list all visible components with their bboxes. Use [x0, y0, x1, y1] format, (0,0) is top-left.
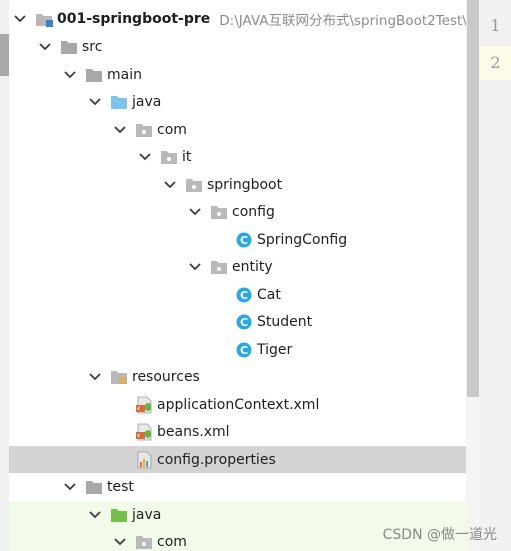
tree-node-src[interactable]: src	[9, 33, 466, 60]
tree-node-main[interactable]: main	[9, 61, 466, 88]
line-number: 1	[490, 16, 501, 35]
chevron-down-icon[interactable]	[188, 205, 202, 219]
tree-label-java: java	[132, 93, 162, 110]
tree-node-entity[interactable]: entity	[9, 253, 466, 280]
tree-node-beans[interactable]: beans.xml	[9, 418, 466, 445]
package-icon	[210, 203, 228, 221]
tree-node-it[interactable]: it	[9, 143, 466, 170]
tree-node-config-properties[interactable]: config.properties	[9, 446, 466, 473]
tree-label-it: it	[182, 148, 192, 165]
resources-folder-icon	[110, 368, 128, 386]
folder-icon	[60, 38, 78, 56]
source-folder-icon	[110, 93, 128, 111]
chevron-down-icon[interactable]	[88, 95, 102, 109]
tree-label-springboot: springboot	[207, 176, 283, 193]
class-icon: C	[235, 286, 253, 304]
tree-node-com[interactable]: com	[9, 116, 466, 143]
tree-node-config[interactable]: config	[9, 198, 466, 225]
tree-label-entity: entity	[232, 258, 273, 275]
project-tree: 001-springboot-pre D:\JAVA互联网分布式\springB…	[9, 0, 466, 551]
project-path: D:\JAVA互联网分布式\springBoot2Test\001	[219, 12, 466, 29]
package-icon	[135, 533, 153, 551]
editor-gutter	[480, 0, 511, 551]
project-tool-window: 001-springboot-pre D:\JAVA互联网分布式\springB…	[0, 0, 511, 551]
scrollbar-thumb[interactable]	[467, 0, 479, 397]
tree-node-springboot[interactable]: springboot	[9, 171, 466, 198]
folder-icon	[85, 66, 103, 84]
svg-text:C: C	[240, 316, 248, 329]
line-number: 2	[490, 53, 501, 72]
tree-label-src: src	[82, 38, 103, 55]
tree-label-cat: Cat	[257, 286, 281, 303]
chevron-down-icon[interactable]	[113, 535, 127, 549]
tree-label-application-context: applicationContext.xml	[157, 396, 320, 413]
class-icon: C	[235, 231, 253, 249]
chevron-down-icon[interactable]	[88, 370, 102, 384]
tree-node-tiger[interactable]: C Tiger	[9, 336, 466, 363]
tree-label-student: Student	[257, 313, 313, 330]
tree-node-student[interactable]: C Student	[9, 308, 466, 335]
package-icon	[210, 258, 228, 276]
tree-node-springconfig[interactable]: C SpringConfig	[9, 226, 466, 253]
test-folder-icon	[110, 506, 128, 524]
class-icon: C	[235, 341, 253, 359]
tree-label-test-com: com	[157, 533, 187, 550]
tree-label-resources: resources	[132, 368, 200, 385]
chevron-down-icon[interactable]	[63, 68, 77, 82]
tree-label-springconfig: SpringConfig	[257, 231, 348, 248]
gutter-marker	[0, 34, 9, 76]
tree-label-main: main	[107, 66, 142, 83]
chevron-down-icon[interactable]	[88, 508, 102, 522]
tree-node-cat[interactable]: C Cat	[9, 281, 466, 308]
folder-icon	[85, 478, 103, 496]
chevron-down-icon[interactable]	[63, 480, 77, 494]
chevron-down-icon[interactable]	[138, 150, 152, 164]
tree-node-project[interactable]: 001-springboot-pre D:\JAVA互联网分布式\springB…	[9, 5, 466, 32]
class-icon: C	[235, 313, 253, 331]
spring-xml-icon	[135, 423, 153, 441]
svg-text:C: C	[240, 289, 248, 302]
chevron-down-icon[interactable]	[163, 178, 177, 192]
tree-label-test-java: java	[132, 506, 162, 523]
project-name: 001-springboot-pre	[57, 10, 211, 27]
properties-file-icon	[135, 451, 153, 469]
chevron-down-icon[interactable]	[113, 123, 127, 137]
package-icon	[185, 176, 203, 194]
tree-label-config: config	[232, 203, 275, 220]
package-icon	[160, 148, 178, 166]
left-gutter	[0, 0, 9, 551]
spring-xml-icon	[135, 396, 153, 414]
package-icon	[135, 121, 153, 139]
tree-node-java[interactable]: java	[9, 88, 466, 115]
chevron-down-icon[interactable]	[13, 12, 27, 26]
tree-node-application-context[interactable]: applicationContext.xml	[9, 391, 466, 418]
tree-node-test[interactable]: test	[9, 473, 466, 500]
tree-label-config-properties: config.properties	[157, 451, 276, 468]
svg-text:C: C	[240, 344, 248, 357]
tree-label-com: com	[157, 121, 187, 138]
watermark: CSDN @做一道光	[382, 527, 497, 543]
chevron-down-icon[interactable]	[38, 40, 52, 54]
tree-node-resources[interactable]: resources	[9, 363, 466, 390]
tree-label-beans: beans.xml	[157, 423, 230, 440]
chevron-down-icon[interactable]	[188, 260, 202, 274]
svg-text:C: C	[240, 234, 248, 247]
tree-label-tiger: Tiger	[257, 341, 293, 358]
module-icon	[35, 10, 53, 28]
tree-label-test: test	[107, 478, 134, 495]
